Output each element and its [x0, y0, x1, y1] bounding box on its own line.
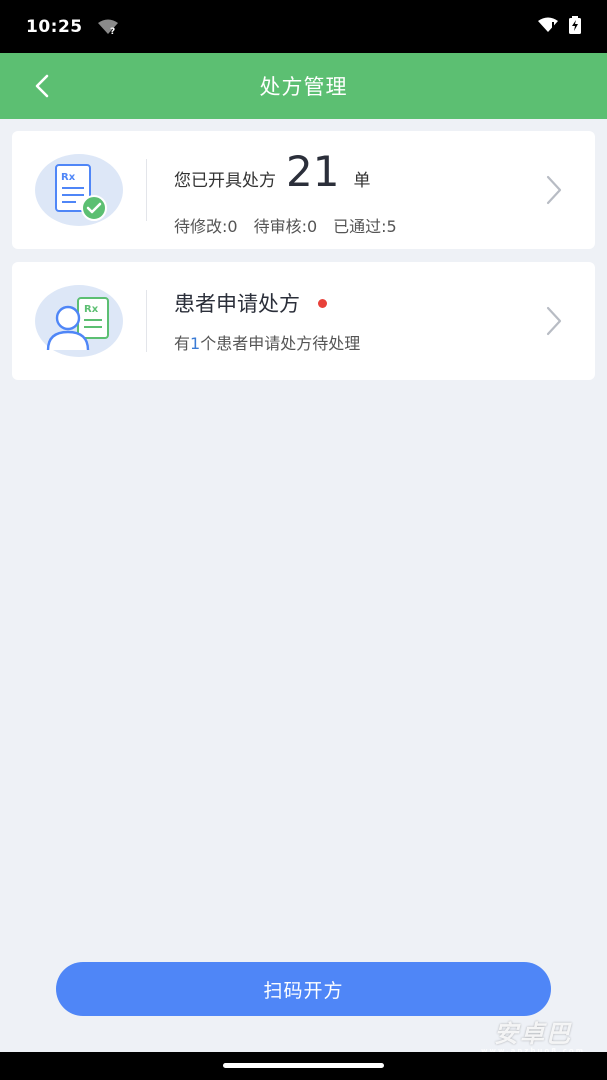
watermark-logo: 安卓巴 www.anzhuo8.com — [481, 1014, 585, 1055]
patient-prescription-icon: Rx — [34, 284, 124, 358]
pending-request-count: 1 — [190, 334, 201, 353]
prescription-summary-card[interactable]: Rx 您已开具处方 21 单 待修改:0 待审核:0 已通过:5 — [12, 131, 595, 249]
battery-charging-icon — [569, 15, 581, 38]
wifi-alert-icon — [537, 17, 559, 37]
patient-request-title-line: 患者申请处方 — [174, 288, 327, 318]
svg-text:?: ? — [110, 27, 115, 35]
chevron-right-icon — [543, 306, 565, 336]
card-divider — [146, 159, 147, 221]
prescription-stats: 待修改:0 待审核:0 已通过:5 — [174, 213, 397, 237]
subtitle-prefix: 有 — [174, 334, 191, 353]
wifi-question-icon: ? — [97, 19, 119, 35]
prescription-count: 21 — [286, 147, 340, 196]
prescription-count-line: 您已开具处方 21 单 — [174, 151, 370, 193]
subtitle-suffix: 个患者申请处方待处理 — [200, 334, 361, 353]
patient-request-card[interactable]: Rx 患者申请处方 有1个患者申请处方待处理 — [12, 262, 595, 380]
svg-text:Rx: Rx — [61, 172, 76, 183]
watermark-text: 安卓巴 — [494, 1020, 573, 1048]
status-bar: 10:25 ? — [0, 0, 607, 53]
patient-request-subtitle: 有1个患者申请处方待处理 — [174, 330, 360, 354]
stat-pending-review: 待审核:0 — [253, 217, 318, 236]
back-button[interactable] — [26, 70, 58, 102]
page-title: 处方管理 — [259, 75, 348, 99]
status-right-icons — [537, 15, 581, 38]
prescription-count-unit: 单 — [353, 171, 371, 191]
prescription-approved-icon: Rx — [34, 153, 124, 227]
card-divider — [146, 290, 147, 352]
chevron-right-icon — [543, 175, 565, 205]
status-time: 10:25 — [26, 16, 83, 37]
svg-text:Rx: Rx — [84, 304, 99, 315]
stat-approved: 已通过:5 — [333, 217, 397, 236]
app-bar: 处方管理 — [0, 53, 607, 119]
chevron-left-icon — [35, 74, 49, 98]
navigation-bar — [0, 1052, 607, 1080]
patient-request-title: 患者申请处方 — [174, 292, 300, 316]
prescription-count-label: 您已开具处方 — [174, 171, 276, 191]
stat-pending-edit: 待修改:0 — [174, 217, 238, 236]
scan-prescribe-button[interactable]: 扫码开方 — [56, 962, 551, 1016]
unread-dot — [318, 298, 327, 308]
home-gesture-handle[interactable] — [223, 1063, 384, 1068]
